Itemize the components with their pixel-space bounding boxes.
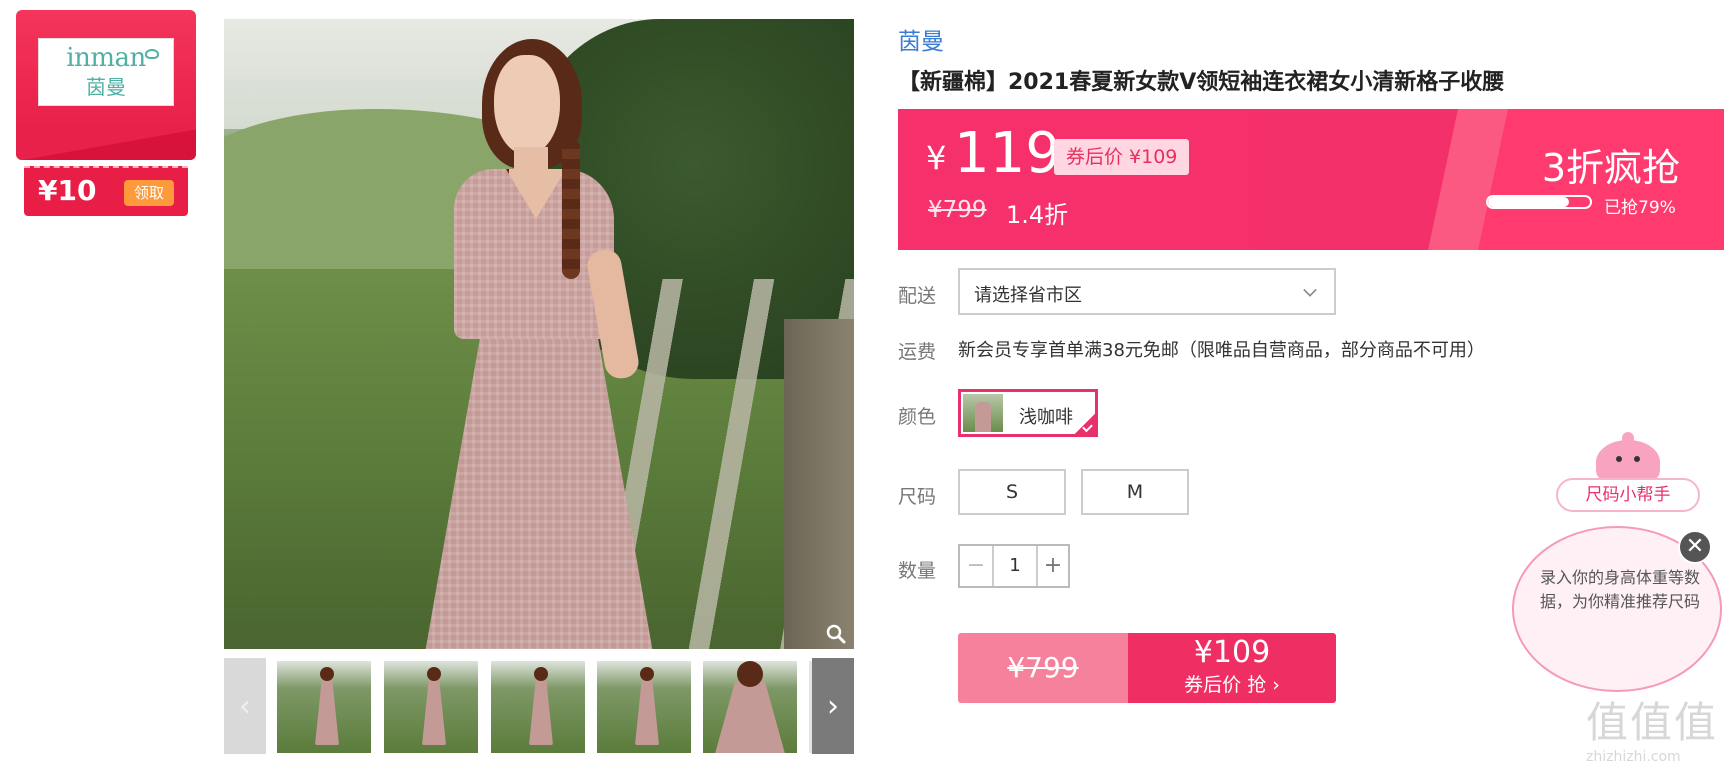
quantity-stepper: − 1 + bbox=[958, 544, 1070, 588]
quantity-decrease-button[interactable]: − bbox=[960, 546, 994, 586]
buy-original-price: ¥799 bbox=[958, 633, 1128, 703]
thumbnail-prev-button[interactable]: ‹ bbox=[224, 658, 266, 754]
coupon-amount: ¥10 bbox=[38, 174, 97, 207]
watermark-logo: 值值值 bbox=[1586, 698, 1719, 747]
delivery-region-select[interactable]: 请选择省市区 bbox=[958, 268, 1336, 315]
thumbnail-figure bbox=[422, 675, 446, 745]
thumbnail[interactable] bbox=[277, 661, 371, 753]
thumbnail-figure bbox=[713, 681, 787, 753]
color-label: 颜色 bbox=[898, 406, 937, 428]
color-option-selected[interactable]: 浅咖啡 bbox=[958, 389, 1098, 437]
thumbnail[interactable] bbox=[491, 661, 585, 753]
price-currency: ¥ bbox=[926, 139, 947, 177]
claim-coupon-button[interactable]: 领取 bbox=[124, 180, 174, 206]
size-helper-text: 录入你的身高体重等数据，为你精准推荐尺码 bbox=[1540, 568, 1701, 611]
thumbnail-head bbox=[534, 667, 548, 681]
thumbnail[interactable] bbox=[384, 661, 478, 753]
image-fence-post bbox=[784, 319, 854, 649]
chevron-down-icon bbox=[1303, 283, 1317, 297]
discount-rate: 1.4折 bbox=[1006, 201, 1069, 229]
delivery-label: 配送 bbox=[898, 285, 937, 307]
color-swatch-figure bbox=[975, 402, 991, 432]
price-banner: ¥ 119 券后价 ¥109 ¥799 1.4折 3折疯抢 已抢79% bbox=[898, 109, 1724, 250]
size-label: 尺码 bbox=[898, 486, 937, 508]
sold-progress-fill bbox=[1488, 197, 1569, 207]
color-swatch-image bbox=[963, 394, 1003, 432]
after-coupon-price-tag: 券后价 ¥109 bbox=[1054, 139, 1190, 175]
watermark: 值值值 zhizhizhi.com bbox=[1586, 698, 1726, 778]
thumbnail-head bbox=[427, 667, 441, 681]
close-icon[interactable]: ✕ bbox=[1678, 530, 1712, 564]
cloud-icon bbox=[145, 49, 159, 59]
sold-progress-bar bbox=[1486, 195, 1592, 209]
current-price: 119 bbox=[954, 121, 1061, 186]
quantity-input[interactable]: 1 bbox=[994, 546, 1036, 586]
thumbnail-head bbox=[640, 667, 654, 681]
quantity-label: 数量 bbox=[898, 560, 937, 582]
thumbnail-strip: ‹ › bbox=[224, 658, 854, 754]
mascot-icon bbox=[1588, 432, 1668, 484]
size-helper-button[interactable]: 尺码小帮手 bbox=[1556, 478, 1700, 512]
thumbnail-head bbox=[320, 667, 334, 681]
brand-logo: inman 茵曼 bbox=[38, 38, 174, 106]
original-price: ¥799 bbox=[928, 197, 987, 223]
thumbnail-head bbox=[737, 661, 763, 687]
size-option-m[interactable]: M bbox=[1081, 469, 1189, 515]
product-title: 【新疆棉】2021春夏新女款V领短袖连衣裙女小清新格子收腰 bbox=[898, 70, 1505, 95]
sold-progress-text: 已抢79% bbox=[1604, 198, 1676, 218]
thumbnail-figure bbox=[635, 675, 659, 745]
flash-sale-label: 3折疯抢 bbox=[1541, 146, 1680, 190]
shipping-label: 运费 bbox=[898, 341, 937, 363]
buy-bar: ¥799 ¥109 券后价 抢 › bbox=[958, 633, 1336, 703]
check-icon bbox=[1075, 414, 1095, 434]
delivery-select-value: 请选择省市区 bbox=[974, 285, 1082, 306]
store-coupon[interactable]: inman 茵曼 ¥10 领取 bbox=[16, 10, 196, 218]
shipping-info: 新会员专享首单满38元免邮（限唯品自营商品，部分商品不可用） bbox=[958, 340, 1485, 361]
thumbnail-next-button[interactable]: › bbox=[812, 658, 854, 754]
thumbnail[interactable] bbox=[703, 661, 797, 753]
thumbnail-figure bbox=[529, 675, 553, 745]
buy-coupon-price: ¥109 bbox=[1193, 635, 1271, 670]
brand-link[interactable]: 茵曼 bbox=[898, 22, 944, 56]
mascot-eye bbox=[1616, 456, 1622, 462]
quantity-increase-button[interactable]: + bbox=[1036, 546, 1068, 586]
buy-coupon-cta: 券后价 抢 › bbox=[1184, 674, 1280, 696]
model-face bbox=[494, 55, 560, 155]
coupon-body: ¥10 领取 bbox=[24, 166, 188, 216]
model-braid bbox=[562, 139, 580, 279]
brand-logo-cn: 茵曼 bbox=[86, 75, 126, 99]
size-option-s[interactable]: S bbox=[958, 469, 1066, 515]
buy-with-coupon-button[interactable]: ¥109 券后价 抢 › bbox=[1128, 633, 1336, 703]
zoom-icon[interactable] bbox=[826, 624, 846, 644]
thumbnail[interactable] bbox=[597, 661, 691, 753]
mascot-eye bbox=[1634, 456, 1640, 462]
watermark-site: zhizhizhi.com bbox=[1586, 749, 1681, 765]
color-option-label: 浅咖啡 bbox=[1019, 407, 1073, 428]
thumbnail-figure bbox=[315, 675, 339, 745]
main-product-image[interactable] bbox=[224, 19, 854, 649]
